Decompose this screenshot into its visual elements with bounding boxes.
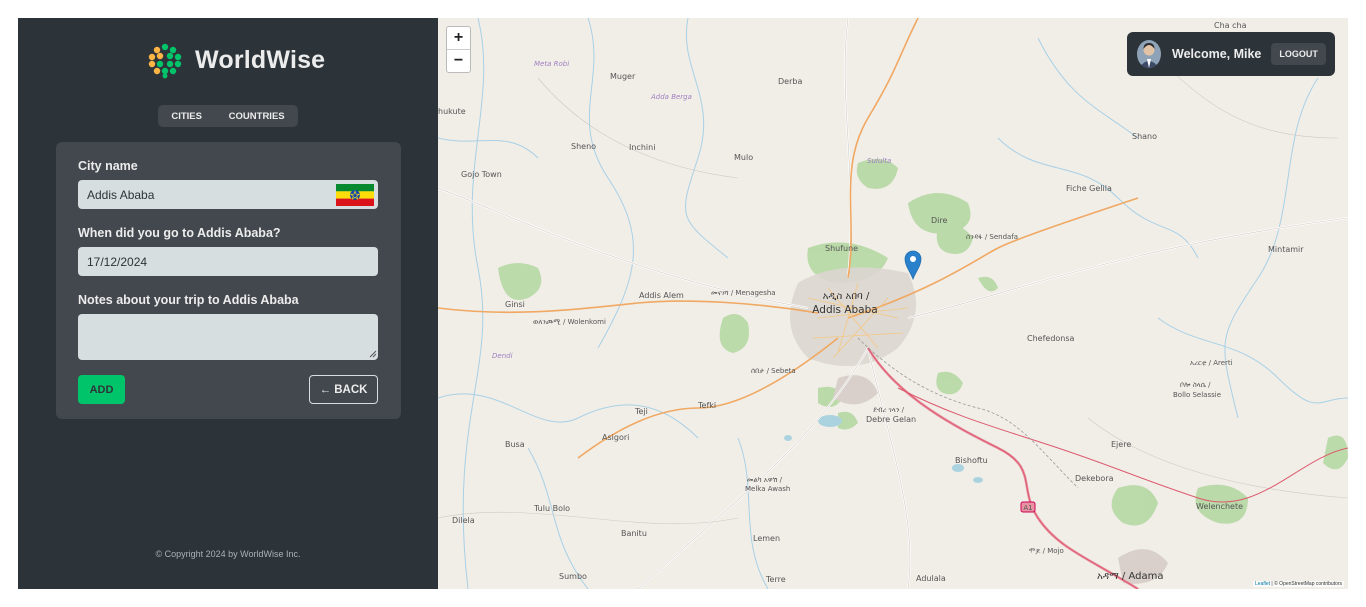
notes-label: Notes about your trip to Addis Ababa <box>78 293 299 307</box>
sidebar: WorldWise CITIES COUNTRIES City name Add… <box>18 18 438 589</box>
place-label: Sumbo <box>559 572 587 581</box>
map[interactable]: A1 Muger Derba Sheno Inchini Mulo Gojo T… <box>438 18 1348 589</box>
place-label: Adulala <box>916 574 946 583</box>
place-label: Debre Gelan <box>866 415 916 424</box>
place-label: Teji <box>634 407 648 416</box>
place-label: hukute <box>438 107 466 116</box>
osm-attribution: | © OpenStreetMap contributors <box>1270 581 1342 587</box>
city-name-input[interactable]: Addis Ababa <box>78 180 378 209</box>
logo-globe-icon <box>146 41 184 79</box>
place-label: Inchini <box>629 143 655 152</box>
logout-button[interactable]: LOGOUT <box>1271 43 1326 65</box>
place-label: ደብረ ገላን / <box>873 406 905 414</box>
place-label: Shufune <box>825 244 858 253</box>
date-label: When did you go to Addis Ababa? <box>78 226 281 240</box>
avatar <box>1137 40 1161 68</box>
place-label: አዳማ / Adama <box>1097 571 1163 582</box>
resize-handle-icon[interactable] <box>369 350 377 358</box>
place-label: Terre <box>765 575 786 584</box>
map-attribution: Leaflet | © OpenStreetMap contributors <box>1253 581 1344 587</box>
place-label: Sululta <box>867 157 891 165</box>
date-input[interactable]: 17/12/2024 <box>78 247 378 276</box>
place-label: Welenchete <box>1196 502 1243 511</box>
user-panel: Welcome, Mike LOGOUT <box>1127 32 1335 76</box>
zoom-out-button[interactable]: − <box>447 49 470 72</box>
place-label: Chefedonsa <box>1027 334 1075 343</box>
place-label: Dendi <box>492 352 513 360</box>
city-name-value: Addis Ababa <box>87 187 155 202</box>
place-label: Addis Alem <box>639 291 684 300</box>
date-value: 17/12/2024 <box>87 254 148 269</box>
place-label: መልካ አዋሽ / <box>747 476 783 484</box>
place-label: Mintamir <box>1268 245 1304 254</box>
place-label: Lemen <box>753 534 780 543</box>
notes-textarea[interactable] <box>78 314 378 360</box>
road-shield-a1: A1 <box>1023 504 1032 512</box>
app: WorldWise CITIES COUNTRIES City name Add… <box>18 18 1348 589</box>
place-label: Shano <box>1132 132 1157 141</box>
place-label: Fiche Gelila <box>1066 184 1112 193</box>
city-name-label: City name <box>78 159 138 173</box>
place-label: አረርቲ / Arerti <box>1190 359 1233 367</box>
place-label: Sheno <box>571 142 596 151</box>
place-label: ወለንጮሚ / Wolenkomi <box>533 318 606 326</box>
zoom-control: + − <box>446 26 471 73</box>
place-label: Tulu Bolo <box>533 504 570 513</box>
place-label: Derba <box>778 77 802 86</box>
place-label: Banitu <box>621 529 647 538</box>
back-button[interactable]: ← BACK <box>309 375 378 404</box>
copyright-text: © Copyright 2024 by WorldWise Inc. <box>155 549 301 559</box>
map-tiles[interactable]: A1 Muger Derba Sheno Inchini Mulo Gojo T… <box>438 18 1348 589</box>
city-label-addis-ababa: Addis Ababa <box>812 304 877 316</box>
place-label: Ginsi <box>505 300 525 309</box>
ethiopia-flag-icon <box>336 184 374 206</box>
logo[interactable]: WorldWise <box>145 40 325 80</box>
add-button[interactable]: ADD <box>78 375 125 404</box>
place-label: Dire <box>931 216 947 225</box>
place-label: መናገሻ / Menagesha <box>711 289 776 297</box>
place-label: Tefki <box>697 401 716 410</box>
place-label: ሰበታ / Sebeta <box>751 367 796 375</box>
city-form: City name Addis Ababa When did you go to… <box>56 142 401 419</box>
place-label: Adda Berga <box>650 93 692 101</box>
place-label: አዲስ አበባ / <box>823 291 870 302</box>
place-label: Muger <box>610 72 636 81</box>
place-label: Mulo <box>734 153 753 162</box>
nav-countries[interactable]: COUNTRIES <box>223 108 291 125</box>
place-label: Dilela <box>452 516 475 525</box>
leaflet-link[interactable]: Leaflet <box>1255 581 1270 587</box>
place-label: Busa <box>505 440 525 449</box>
place-label: ሞጆ / Mojo <box>1029 547 1064 555</box>
location-pin-icon[interactable] <box>904 250 922 280</box>
place-label: Bishoftu <box>955 456 988 465</box>
place-label: ቦሎ ስላሴ / <box>1180 381 1211 389</box>
logo-text: WorldWise <box>195 45 326 74</box>
place-label: Cha cha <box>1214 21 1247 30</box>
place-label: Asigori <box>602 433 629 442</box>
app-nav: CITIES COUNTRIES <box>158 105 298 127</box>
place-label: Dekebora <box>1075 474 1114 483</box>
place-label: Gojo Town <box>461 170 502 179</box>
place-label: Bollo Selassie <box>1173 391 1221 399</box>
place-label: Ejere <box>1111 440 1131 449</box>
nav-cities[interactable]: CITIES <box>165 108 208 125</box>
place-label: Melka Awash <box>745 485 790 493</box>
place-label: Meta Robi <box>534 60 569 68</box>
welcome-text: Welcome, Mike <box>1172 47 1262 61</box>
zoom-in-button[interactable]: + <box>447 27 470 49</box>
place-label: ሰንዳፋ / Sendafa <box>966 233 1018 241</box>
user-avatar-icon <box>1137 40 1161 68</box>
